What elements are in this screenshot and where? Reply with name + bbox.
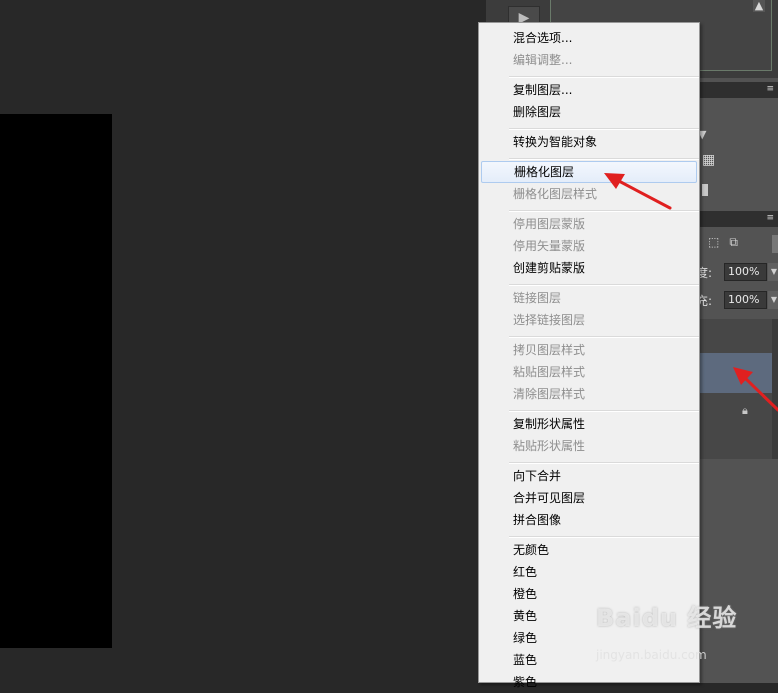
chevron-down-icon[interactable]: ▼ — [768, 263, 778, 281]
warning-icon[interactable]: ▲ — [753, 0, 765, 12]
smart-object-icon[interactable]: ⧉ — [729, 235, 738, 249]
scrollbar[interactable] — [772, 319, 778, 459]
menu-separator — [509, 336, 699, 338]
opacity-control: 度: 100% ▼ — [696, 263, 778, 281]
menu-item-merge-down[interactable]: 向下合并 — [481, 465, 697, 487]
menu-separator — [509, 462, 699, 464]
menu-item-disable-vector-mask[interactable]: 停用矢量蒙版 — [481, 235, 697, 257]
layer-filter-tools: ⬚ ⧉ — [708, 235, 748, 250]
fill-input[interactable]: 100% — [724, 291, 767, 309]
menu-separator — [509, 210, 699, 212]
scroll-tab[interactable] — [772, 235, 778, 253]
menu-item-blending-options[interactable]: 混合选项... — [481, 27, 697, 49]
menu-separator — [509, 158, 699, 160]
menu-item-select-linked-layers[interactable]: 选择链接图层 — [481, 309, 697, 331]
menu-item-rasterize-layer[interactable]: 栅格化图层 — [481, 161, 697, 183]
menu-item-clear-layer-style[interactable]: 清除图层样式 — [481, 383, 697, 405]
menu-separator — [509, 536, 699, 538]
layer-context-menu: 混合选项... 编辑调整... 复制图层... 删除图层 转换为智能对象 栅格化… — [478, 22, 700, 689]
chevron-down-icon[interactable]: ▼ — [768, 291, 778, 309]
menu-separator — [509, 410, 699, 412]
layer-list: 🔒︎ — [696, 319, 778, 459]
menu-item-paste-layer-style[interactable]: 粘贴图层样式 — [481, 361, 697, 383]
menu-item-disable-layer-mask[interactable]: 停用图层蒙版 — [481, 213, 697, 235]
menu-item-delete-layer[interactable]: 删除图层 — [481, 101, 697, 123]
menu-item-link-layers[interactable]: 链接图层 — [481, 287, 697, 309]
panel-menu-icon[interactable]: ≡ — [766, 213, 774, 224]
grid-icon[interactable]: ▦ — [702, 152, 715, 168]
menu-item-red[interactable]: 红色 — [481, 561, 697, 583]
panel-menu-icon[interactable]: ≡ — [766, 84, 774, 95]
layer-row-selected[interactable] — [696, 353, 772, 393]
menu-item-flatten-image[interactable]: 拼合图像 — [481, 509, 697, 531]
baidu-watermark: Baidu 经验 — [596, 604, 738, 632]
document-canvas[interactable] — [0, 114, 112, 648]
opacity-input[interactable]: 100% — [724, 263, 767, 281]
menu-separator — [509, 284, 699, 286]
menu-item-violet[interactable]: 紫色 — [481, 671, 697, 693]
menu-item-convert-smart-object[interactable]: 转换为智能对象 — [481, 131, 697, 153]
lock-icon: 🔒︎ — [742, 404, 748, 417]
menu-separator — [509, 128, 699, 130]
transform-icon[interactable]: ⬚ — [708, 235, 719, 249]
menu-item-no-color[interactable]: 无颜色 — [481, 539, 697, 561]
menu-item-edit-adjustment[interactable]: 编辑调整... — [481, 49, 697, 71]
menu-item-duplicate-layer[interactable]: 复制图层... — [481, 79, 697, 101]
watermark-url: jingyan.baidu.com — [596, 648, 707, 662]
menu-item-paste-shape-attributes[interactable]: 粘贴形状属性 — [481, 435, 697, 457]
menu-item-merge-visible[interactable]: 合并可见图层 — [481, 487, 697, 509]
menu-item-copy-layer-style[interactable]: 拷贝图层样式 — [481, 339, 697, 361]
menu-separator — [509, 76, 699, 78]
fill-control: 充: 100% ▼ — [696, 291, 778, 309]
menu-item-copy-shape-attributes[interactable]: 复制形状属性 — [481, 413, 697, 435]
square-icon — [702, 184, 708, 196]
menu-item-create-clipping-mask[interactable]: 创建剪贴蒙版 — [481, 257, 697, 279]
menu-item-rasterize-layer-style[interactable]: 栅格化图层样式 — [481, 183, 697, 205]
